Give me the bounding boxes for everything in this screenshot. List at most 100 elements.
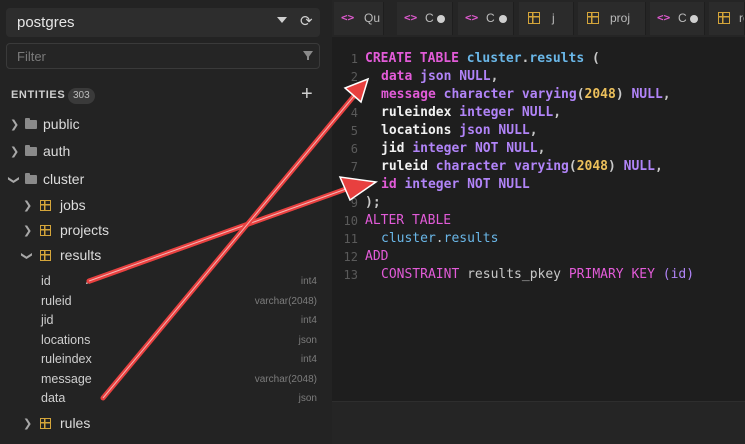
tab-title: C bbox=[425, 11, 434, 25]
folder-icon bbox=[25, 173, 37, 184]
null-kw: NULL bbox=[623, 159, 655, 174]
paren: ( bbox=[568, 159, 577, 174]
tree-item-jobs[interactable]: ❯ jobs bbox=[0, 195, 332, 217]
col-type: character varying bbox=[443, 87, 577, 102]
col-type: integer bbox=[412, 141, 475, 156]
code-icon: <> bbox=[341, 11, 355, 24]
line-number: 1 bbox=[350, 52, 358, 66]
column-row[interactable]: message varchar(2048) bbox=[0, 370, 332, 389]
tab-query-2[interactable]: <> C bbox=[397, 2, 453, 35]
results-panel bbox=[332, 401, 745, 444]
paren: ( bbox=[584, 51, 600, 66]
column-name: locations bbox=[41, 333, 91, 347]
chevron-right-icon[interactable]: ❯ bbox=[23, 225, 32, 237]
schema-label: public bbox=[43, 116, 80, 132]
table-icon bbox=[40, 200, 51, 211]
table-name: results bbox=[529, 51, 585, 66]
col-name: ruleindex bbox=[381, 105, 460, 120]
column-row[interactable]: jid int4 bbox=[0, 311, 332, 330]
column-name: ruleindex bbox=[41, 352, 92, 366]
line-number: 6 bbox=[350, 142, 358, 156]
filter-icon-stem bbox=[307, 56, 309, 60]
code-text: ALTER TABLE bbox=[365, 213, 452, 228]
column-row[interactable]: id int4 bbox=[0, 272, 332, 291]
number: 2048 bbox=[584, 87, 616, 102]
tab-table-jobs[interactable]: j bbox=[519, 2, 574, 35]
code-text: ruleindex integer NULL, bbox=[381, 105, 561, 120]
kw-primary-key: PRIMARY KEY bbox=[568, 267, 663, 282]
table-label: rules bbox=[60, 415, 91, 431]
tab-title: C bbox=[678, 11, 687, 25]
tree-item-projects[interactable]: ❯ projects bbox=[0, 220, 332, 242]
column-name: jid bbox=[41, 313, 54, 327]
kw-create: CREATE TABLE bbox=[365, 51, 467, 66]
tree-item-auth[interactable]: ❯ auth bbox=[0, 141, 332, 163]
code-line: 11 cluster.results bbox=[332, 231, 745, 249]
chevron-right-icon[interactable]: ❯ bbox=[23, 418, 32, 430]
tab-query-4[interactable]: <> C bbox=[650, 2, 705, 35]
code-text: CREATE TABLE cluster.results ( bbox=[365, 51, 600, 66]
folder-icon bbox=[25, 118, 37, 129]
col-type: integer bbox=[459, 105, 522, 120]
tab-bar: <> Qu <> C <> C j proj <> C re bbox=[332, 0, 745, 37]
column-row[interactable]: locations json bbox=[0, 331, 332, 350]
add-entity-icon[interactable]: + bbox=[301, 84, 313, 104]
chevron-right-icon[interactable]: ❯ bbox=[10, 146, 19, 158]
table-icon bbox=[587, 12, 599, 24]
column-row[interactable]: ruleindex int4 bbox=[0, 350, 332, 369]
column-row[interactable]: ruleid varchar(2048) bbox=[0, 292, 332, 311]
line-number: 2 bbox=[350, 70, 358, 84]
column-row[interactable]: data json bbox=[0, 389, 332, 408]
tab-table-projects[interactable]: proj bbox=[578, 2, 646, 35]
refresh-icon[interactable]: ⟳ bbox=[300, 13, 313, 31]
chevron-down-icon[interactable]: ❯ bbox=[8, 175, 20, 184]
chevron-down-icon[interactable]: ❯ bbox=[21, 251, 33, 260]
column-type: int4 bbox=[300, 354, 317, 365]
schema-name: cluster bbox=[466, 51, 522, 66]
table-icon bbox=[528, 12, 540, 24]
tree-item-rules[interactable]: ❯ rules bbox=[0, 413, 332, 435]
tab-table-results[interactable]: re bbox=[709, 2, 745, 35]
code-text: id integer NOT NULL bbox=[381, 177, 530, 192]
table-icon bbox=[40, 225, 51, 236]
col-name: ruleid bbox=[381, 159, 436, 174]
col-type: character varying bbox=[435, 159, 569, 174]
filter-field[interactable] bbox=[6, 43, 320, 69]
filter-input[interactable] bbox=[17, 47, 287, 65]
column-name: id bbox=[41, 274, 51, 288]
tree-item-public[interactable]: ❯ public bbox=[0, 114, 332, 136]
code-text: ); bbox=[365, 195, 381, 210]
line-number: 3 bbox=[350, 88, 358, 102]
table-icon bbox=[40, 418, 51, 429]
unsaved-dot-icon bbox=[499, 15, 507, 23]
entities-header: ENTITIES 303 + bbox=[11, 84, 321, 104]
code-line: 5 locations json NULL, bbox=[332, 123, 745, 141]
database-name: postgres bbox=[17, 14, 75, 31]
code-text: cluster.results bbox=[381, 231, 498, 246]
null-kw: NULL bbox=[459, 69, 491, 84]
code-icon: <> bbox=[657, 11, 671, 24]
tab-query-1[interactable]: <> Qu bbox=[334, 2, 384, 35]
line-number: 13 bbox=[343, 268, 358, 282]
paren: ( bbox=[576, 87, 585, 102]
code-line: 6 jid integer NOT NULL, bbox=[332, 141, 745, 159]
tree-item-results[interactable]: ❯ results bbox=[0, 245, 332, 267]
chevron-right-icon[interactable]: ❯ bbox=[10, 119, 19, 131]
pk-columns: (id) bbox=[662, 267, 695, 282]
sql-editor[interactable]: 1 CREATE TABLE cluster.results ( 2 data … bbox=[332, 37, 745, 401]
schema-name: cluster bbox=[381, 231, 436, 246]
database-select[interactable]: postgres ⟳ bbox=[6, 8, 320, 37]
unsaved-dot-icon bbox=[690, 15, 698, 23]
tree-item-cluster[interactable]: ❯ cluster bbox=[0, 169, 332, 191]
col-name: locations bbox=[381, 123, 460, 138]
tab-title: j bbox=[552, 11, 555, 25]
paren: ) bbox=[608, 159, 624, 174]
null-kw: NULL bbox=[521, 105, 554, 120]
column-type: varchar(2048) bbox=[254, 374, 317, 385]
chevron-right-icon[interactable]: ❯ bbox=[23, 200, 32, 212]
null-kw: NOT NULL bbox=[474, 141, 538, 156]
chevron-down-icon[interactable] bbox=[277, 17, 287, 23]
code-line: 9 ); bbox=[332, 195, 745, 213]
tab-query-3[interactable]: <> C bbox=[458, 2, 514, 35]
line-number: 11 bbox=[343, 232, 358, 246]
